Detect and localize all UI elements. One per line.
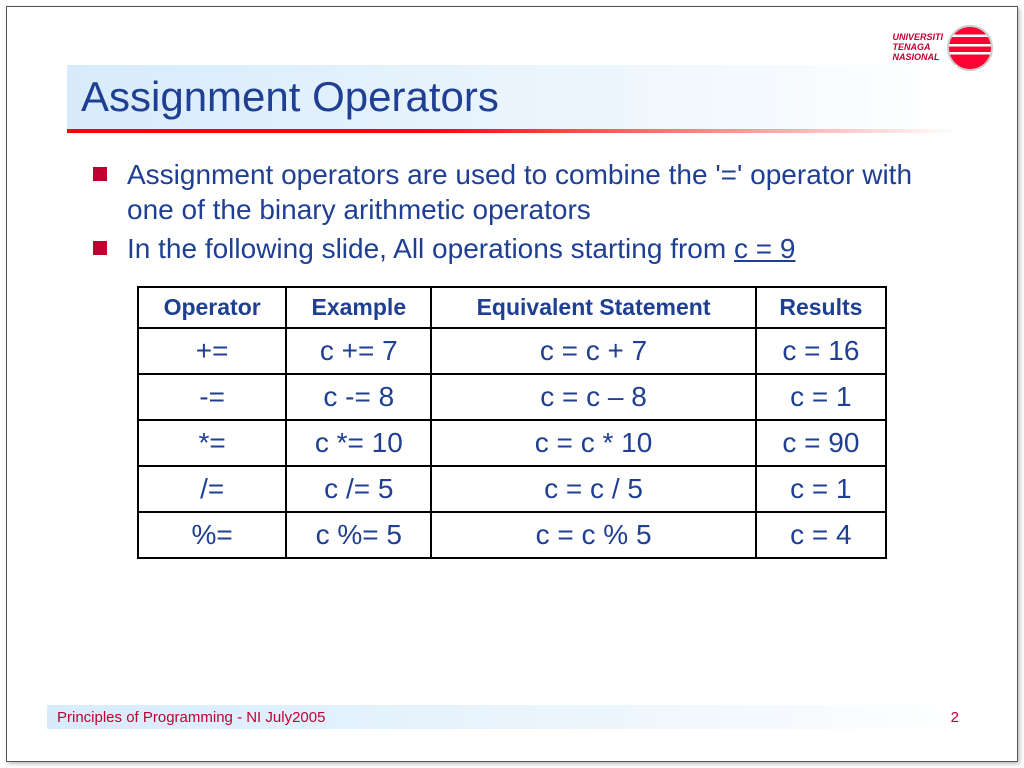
bullet-item: Assignment operators are used to combine…	[87, 157, 937, 227]
page-number: 2	[951, 709, 959, 726]
table-row: /= c /= 5 c = c / 5 c = 1	[138, 466, 886, 512]
col-example: Example	[286, 287, 431, 328]
cell-ex: c -= 8	[286, 374, 431, 420]
footer-text: Principles of Programming - NI July2005	[57, 709, 325, 726]
table-row: -= c -= 8 c = c – 8 c = 1	[138, 374, 886, 420]
cell-op: +=	[138, 328, 286, 374]
col-operator: Operator	[138, 287, 286, 328]
bullet-list: Assignment operators are used to combine…	[87, 157, 937, 266]
cell-res: c = 16	[756, 328, 886, 374]
cell-eq: c = c * 10	[431, 420, 755, 466]
cell-eq: c = c + 7	[431, 328, 755, 374]
bullet-text: Assignment operators are used to combine…	[127, 159, 912, 225]
slide-content: Assignment operators are used to combine…	[87, 157, 937, 559]
slide-frame: UNIVERSITI TENAGA NASIONAL Assignment Op…	[6, 6, 1018, 762]
cell-eq: c = c / 5	[431, 466, 755, 512]
logo-line3: NASIONAL	[892, 53, 943, 63]
cell-op: %=	[138, 512, 286, 558]
title-underline	[67, 129, 957, 133]
col-equivalent: Equivalent Statement	[431, 287, 755, 328]
table-row: += c += 7 c = c + 7 c = 16	[138, 328, 886, 374]
cell-eq: c = c % 5	[431, 512, 755, 558]
cell-res: c = 4	[756, 512, 886, 558]
cell-res: c = 1	[756, 466, 886, 512]
cell-ex: c /= 5	[286, 466, 431, 512]
logo-text: UNIVERSITI TENAGA NASIONAL	[892, 33, 943, 63]
cell-ex: c *= 10	[286, 420, 431, 466]
cell-res: c = 90	[756, 420, 886, 466]
table-row: %= c %= 5 c = c % 5 c = 4	[138, 512, 886, 558]
cell-res: c = 1	[756, 374, 886, 420]
cell-op: *=	[138, 420, 286, 466]
bullet-text-prefix: In the following slide, All operations s…	[127, 233, 734, 264]
col-results: Results	[756, 287, 886, 328]
table-header-row: Operator Example Equivalent Statement Re…	[138, 287, 886, 328]
table-row: *= c *= 10 c = c * 10 c = 90	[138, 420, 886, 466]
bullet-item: In the following slide, All operations s…	[87, 231, 937, 266]
operators-table: Operator Example Equivalent Statement Re…	[137, 286, 887, 559]
cell-ex: c %= 5	[286, 512, 431, 558]
cell-eq: c = c – 8	[431, 374, 755, 420]
table-body: += c += 7 c = c + 7 c = 16 -= c -= 8 c =…	[138, 328, 886, 558]
title-bar: Assignment Operators	[67, 65, 957, 129]
cell-op: /=	[138, 466, 286, 512]
bullet-text-underlined: c = 9	[734, 233, 795, 264]
footer-bar: Principles of Programming - NI July2005 …	[47, 705, 977, 729]
cell-op: -=	[138, 374, 286, 420]
cell-ex: c += 7	[286, 328, 431, 374]
slide-title: Assignment Operators	[81, 73, 499, 121]
